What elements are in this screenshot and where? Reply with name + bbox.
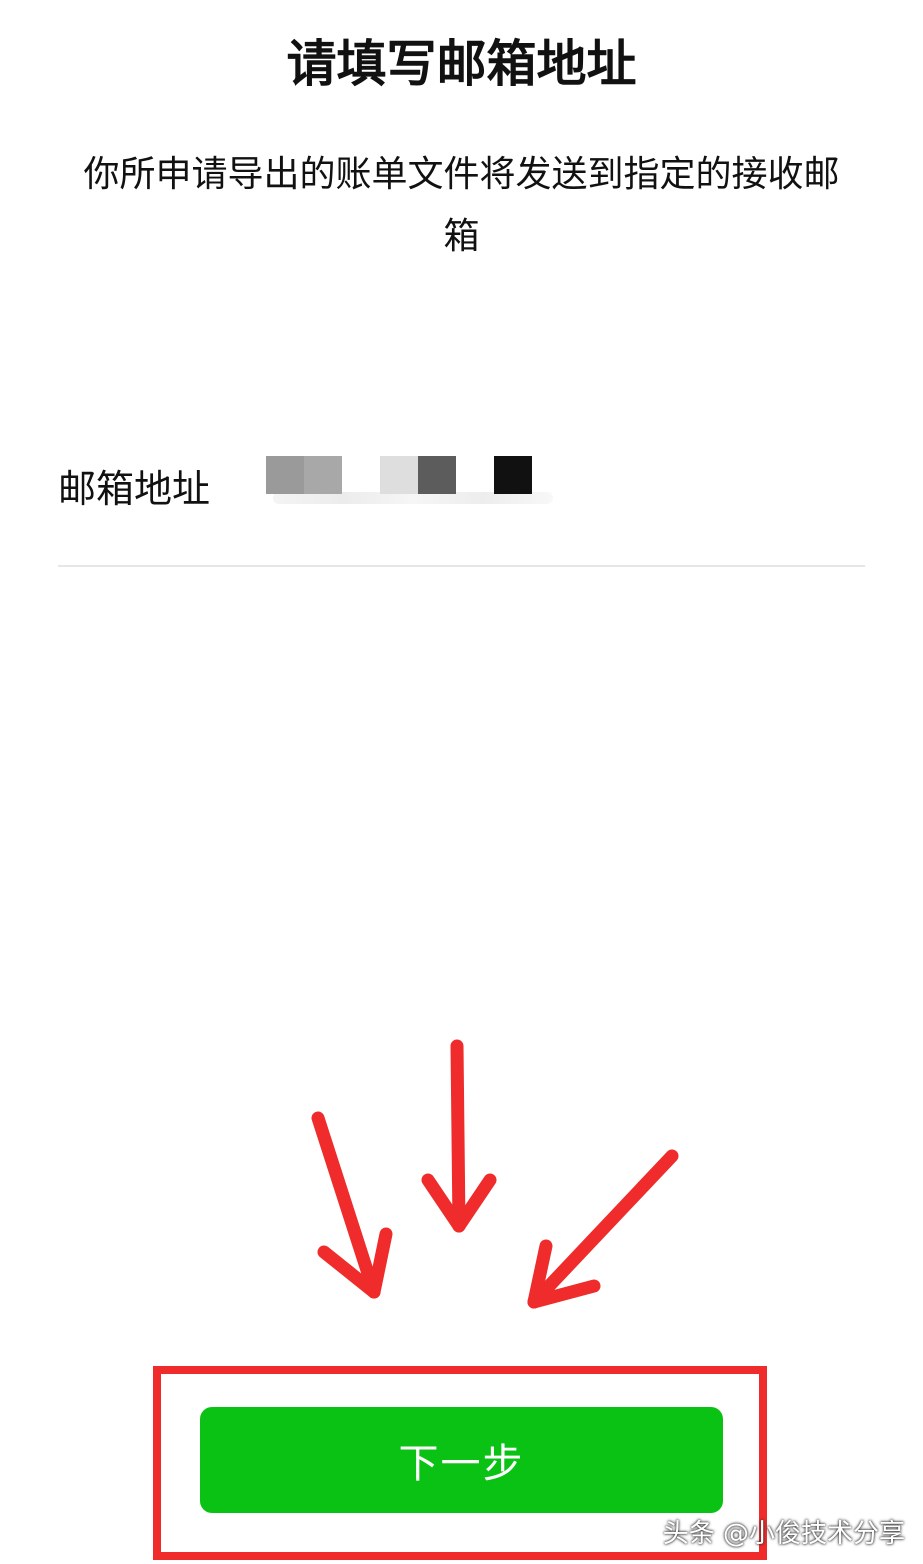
redaction-mosaic-block	[380, 456, 418, 494]
redaction-mosaic-block	[304, 456, 342, 494]
page-title: 请填写邮箱地址	[286, 35, 637, 93]
email-field-label: 邮箱地址	[58, 467, 211, 511]
page-description: 你所申请导出的账单文件将发送到指定的接收邮箱	[83, 154, 840, 257]
redaction-mosaic-block	[494, 456, 532, 494]
redaction-mosaic-block	[266, 456, 304, 494]
email-entry-page: 请填写邮箱地址 你所申请导出的账单文件将发送到指定的接收邮箱 邮箱地址 下一步 …	[0, 0, 923, 1564]
arrow-left-icon	[311, 1111, 393, 1299]
email-field-row[interactable]: 邮箱地址	[58, 440, 865, 567]
email-input-redacted[interactable]	[233, 452, 573, 512]
redaction-mosaic-block	[418, 456, 456, 494]
arrow-center-icon	[421, 1039, 497, 1233]
arrow-right-icon	[527, 1149, 679, 1309]
next-step-button[interactable]: 下一步	[200, 1407, 723, 1513]
watermark-text: 头条 @小俊技术分享	[662, 1519, 905, 1549]
